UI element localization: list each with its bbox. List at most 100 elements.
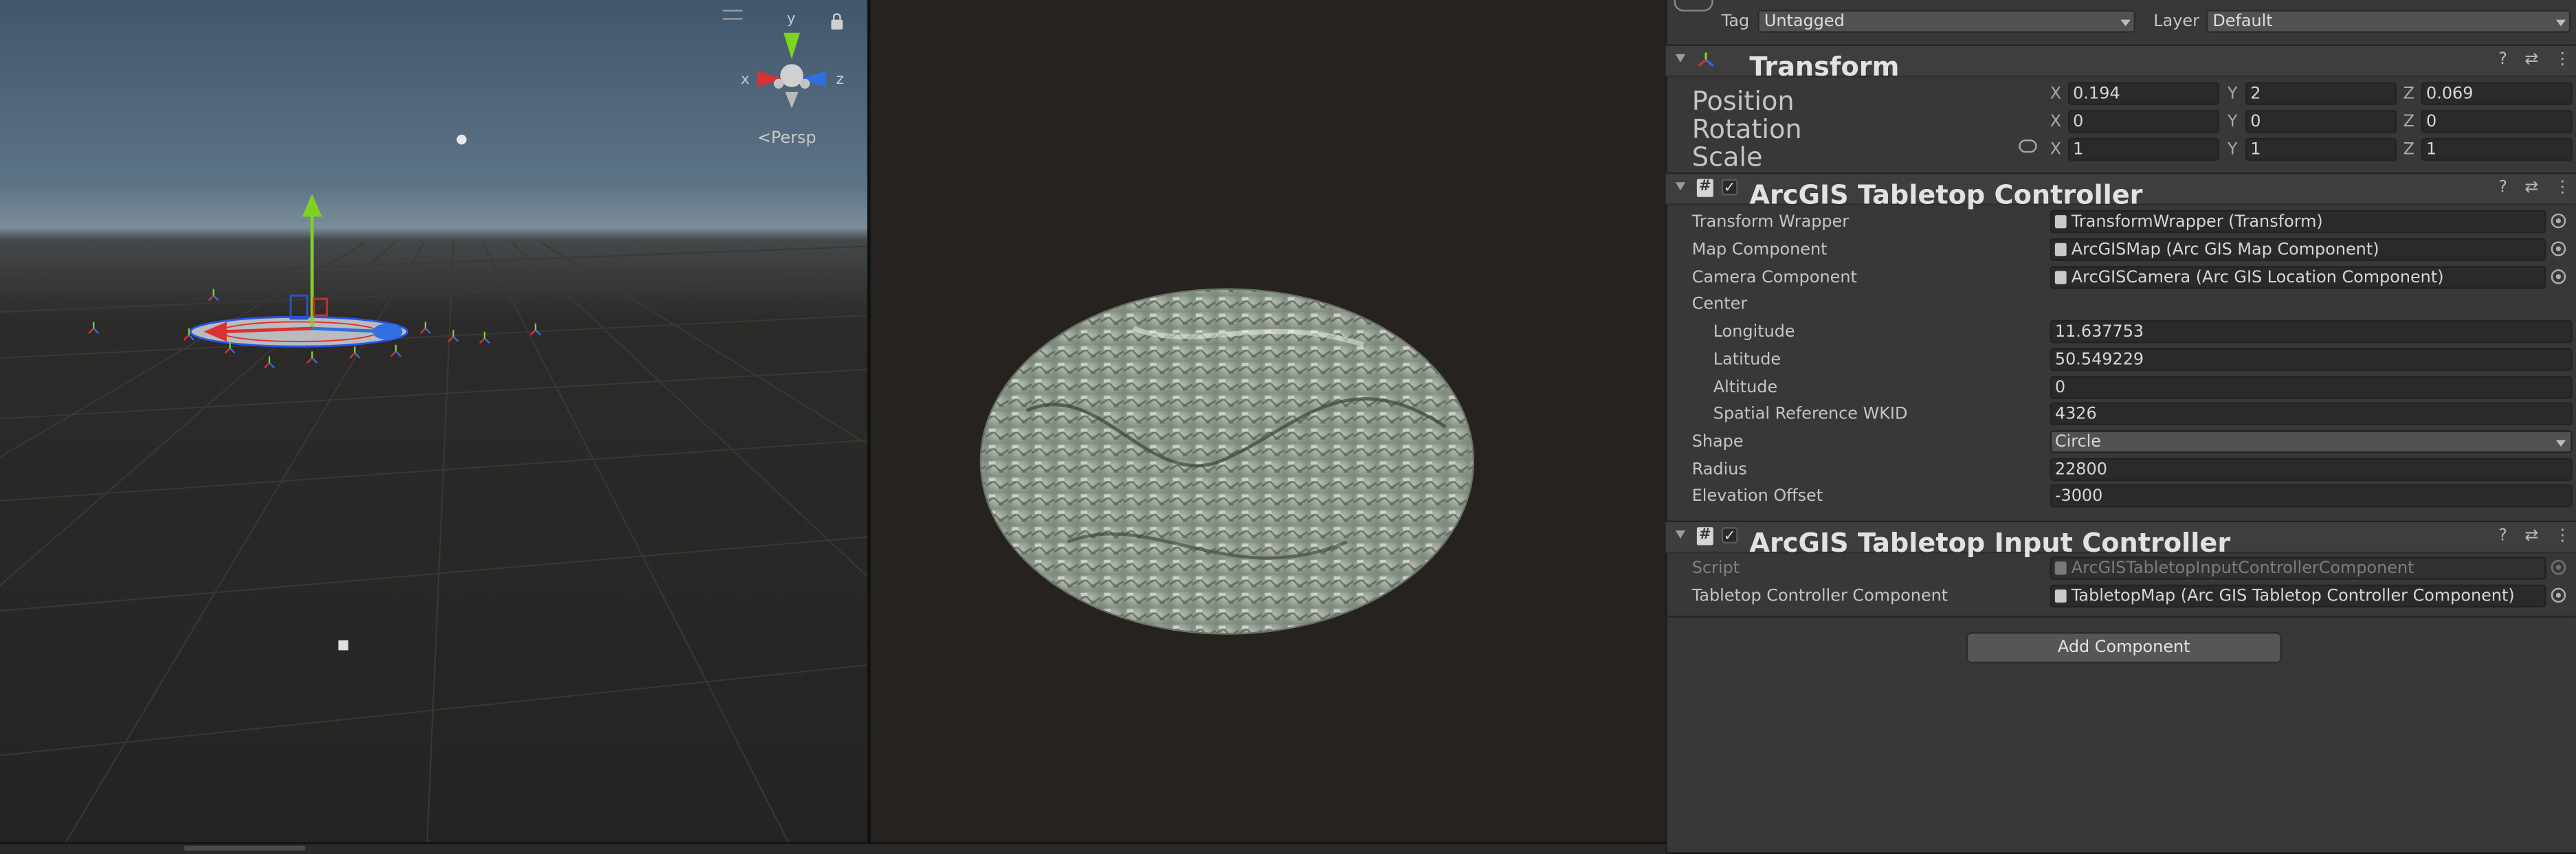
script-label: Script: [1691, 559, 1740, 578]
wkid-field[interactable]: 4326: [2050, 402, 2573, 426]
camera-icon: [338, 640, 348, 651]
gameobject-icon: [1674, 0, 1713, 12]
scene-view[interactable]: y x z <Persp: [0, 0, 867, 843]
layer-value: Default: [2212, 13, 2273, 32]
camera-component-field[interactable]: ArcGISCamera (Arc GIS Location Component…: [2050, 266, 2546, 289]
script-ref-icon: [2054, 589, 2067, 603]
latitude-label: Latitude: [1713, 351, 1781, 370]
map-component-field[interactable]: ArcGISMap (Arc GIS Map Component): [2050, 238, 2546, 262]
tabletop-controller-header[interactable]: # ✓ ArcGIS Tabletop Controller ? ⇄ ⋮: [1665, 172, 2576, 210]
chevron-left-icon: <: [757, 129, 771, 148]
add-component-button[interactable]: Add Component: [1966, 632, 2282, 664]
shape-value: Circle: [2054, 433, 2102, 452]
script-ref-icon: [2054, 243, 2067, 256]
light-icon: [456, 134, 467, 145]
script-value: ArcGISTabletopInputControllerComponent: [2071, 559, 2414, 578]
tabletop-controller-component-value: TabletopMap (Arc GIS Tabletop Controller…: [2071, 587, 2515, 606]
rotation-x-field[interactable]: 0: [2068, 110, 2219, 133]
axis-y-label: Y: [2227, 113, 2238, 132]
scene-grid: [0, 32, 867, 843]
axis-z-label: Z: [2403, 85, 2414, 104]
script-icon: #: [1696, 179, 1713, 197]
layer-dropdown[interactable]: Default: [2206, 10, 2571, 33]
shape-label: Shape: [1691, 433, 1744, 452]
enabled-checkbox[interactable]: ✓: [1721, 527, 1738, 545]
elevation-offset-label: Elevation Offset: [1691, 487, 1823, 506]
axis-y-label: Y: [2227, 141, 2238, 159]
gizmo-x-label: x: [740, 72, 750, 89]
latitude-field[interactable]: 50.549229: [2050, 348, 2573, 372]
gizmo-y-label: y: [786, 11, 796, 28]
chevron-down-icon: [2120, 19, 2131, 27]
divider: [1665, 616, 2576, 618]
rotation-z-field[interactable]: 0: [2421, 110, 2573, 133]
tabletop-map-render: [979, 288, 1475, 635]
help-icon[interactable]: ?: [2498, 51, 2507, 69]
position-z-field[interactable]: 0.069: [2421, 82, 2573, 105]
object-picker-icon[interactable]: [2551, 241, 2566, 256]
camera-component-label: Camera Component: [1691, 269, 1857, 288]
object-picker-icon: [2551, 559, 2566, 575]
rotation-y-field[interactable]: 0: [2245, 110, 2397, 133]
link-icon[interactable]: [2019, 139, 2037, 153]
foldout-arrow-icon[interactable]: [1675, 54, 1686, 63]
foldout-arrow-icon[interactable]: [1675, 530, 1686, 539]
scale-label: Scale: [1691, 141, 1763, 172]
tabletop-input-controller-header[interactable]: # ✓ ArcGIS Tabletop Input Controller ? ⇄…: [1665, 520, 2576, 559]
help-icon[interactable]: ?: [2498, 527, 2507, 545]
tabletop-controller-title: ArcGIS Tabletop Controller: [1749, 179, 2143, 210]
scrollbar-thumb[interactable]: [184, 845, 306, 851]
scale-x-field[interactable]: 1: [2068, 137, 2219, 161]
transform-wrapper-value: TransformWrapper (Transform): [2071, 213, 2323, 232]
lock-icon[interactable]: [831, 13, 843, 30]
more-icon[interactable]: ⋮: [2554, 51, 2571, 69]
object-picker-icon[interactable]: [2551, 213, 2566, 229]
transform-wrapper-label: Transform Wrapper: [1691, 213, 1850, 232]
foldout-arrow-icon[interactable]: [1675, 182, 1686, 191]
object-picker-icon[interactable]: [2551, 587, 2566, 603]
transform-wrapper-field[interactable]: TransformWrapper (Transform): [2050, 210, 2546, 234]
projection-label: Persp: [770, 129, 817, 148]
menu-lines-icon[interactable]: [722, 10, 743, 20]
projection-toggle[interactable]: <Persp: [757, 130, 817, 148]
axis-x-label: X: [2050, 141, 2062, 159]
preset-icon[interactable]: ⇄: [2524, 179, 2538, 197]
transform-header[interactable]: Transform ? ⇄ ⋮: [1665, 44, 2576, 82]
preset-icon[interactable]: ⇄: [2524, 51, 2538, 69]
gizmo-z-label: z: [836, 72, 844, 89]
chevron-down-icon: [2555, 440, 2566, 447]
transform-title: Transform: [1749, 51, 1900, 82]
axis-z-label: Z: [2403, 113, 2414, 132]
altitude-label: Altitude: [1713, 379, 1778, 398]
wkid-label: Spatial Reference WKID: [1713, 405, 1908, 424]
longitude-label: Longitude: [1713, 323, 1795, 342]
transform-icon: [2054, 215, 2067, 229]
scale-z-field[interactable]: 1: [2421, 137, 2573, 161]
preset-icon[interactable]: ⇄: [2524, 527, 2538, 545]
longitude-field[interactable]: 11.637753: [2050, 320, 2573, 344]
tabletop-controller-component-field[interactable]: TabletopMap (Arc GIS Tabletop Controller…: [2050, 584, 2546, 608]
radius-field[interactable]: 22800: [2050, 458, 2573, 482]
help-icon[interactable]: ?: [2498, 179, 2507, 197]
object-picker-icon[interactable]: [2551, 269, 2566, 284]
elevation-offset-field[interactable]: -3000: [2050, 484, 2573, 508]
axis-x-label: X: [2050, 85, 2062, 104]
axis-z-label: Z: [2403, 141, 2414, 159]
game-view[interactable]: [870, 0, 1666, 843]
transform-icon: [1698, 52, 1713, 67]
script-icon: #: [1696, 527, 1713, 546]
position-y-field[interactable]: 2: [2245, 82, 2397, 105]
shape-dropdown[interactable]: Circle: [2050, 430, 2573, 453]
horizontal-scrollbar[interactable]: [0, 842, 1666, 854]
position-x-field[interactable]: 0.194: [2068, 82, 2219, 105]
enabled-checkbox[interactable]: ✓: [1721, 179, 1738, 197]
layer-label: Layer: [2153, 13, 2199, 32]
map-component-value: ArcGISMap (Arc GIS Map Component): [2071, 241, 2379, 260]
tag-dropdown[interactable]: Untagged: [1757, 10, 2136, 33]
more-icon[interactable]: ⋮: [2554, 527, 2571, 545]
altitude-field[interactable]: 0: [2050, 376, 2573, 399]
scale-y-field[interactable]: 1: [2245, 137, 2397, 161]
radius-label: Radius: [1691, 461, 1747, 480]
more-icon[interactable]: ⋮: [2554, 179, 2571, 197]
script-ref-icon: [2054, 561, 2067, 575]
